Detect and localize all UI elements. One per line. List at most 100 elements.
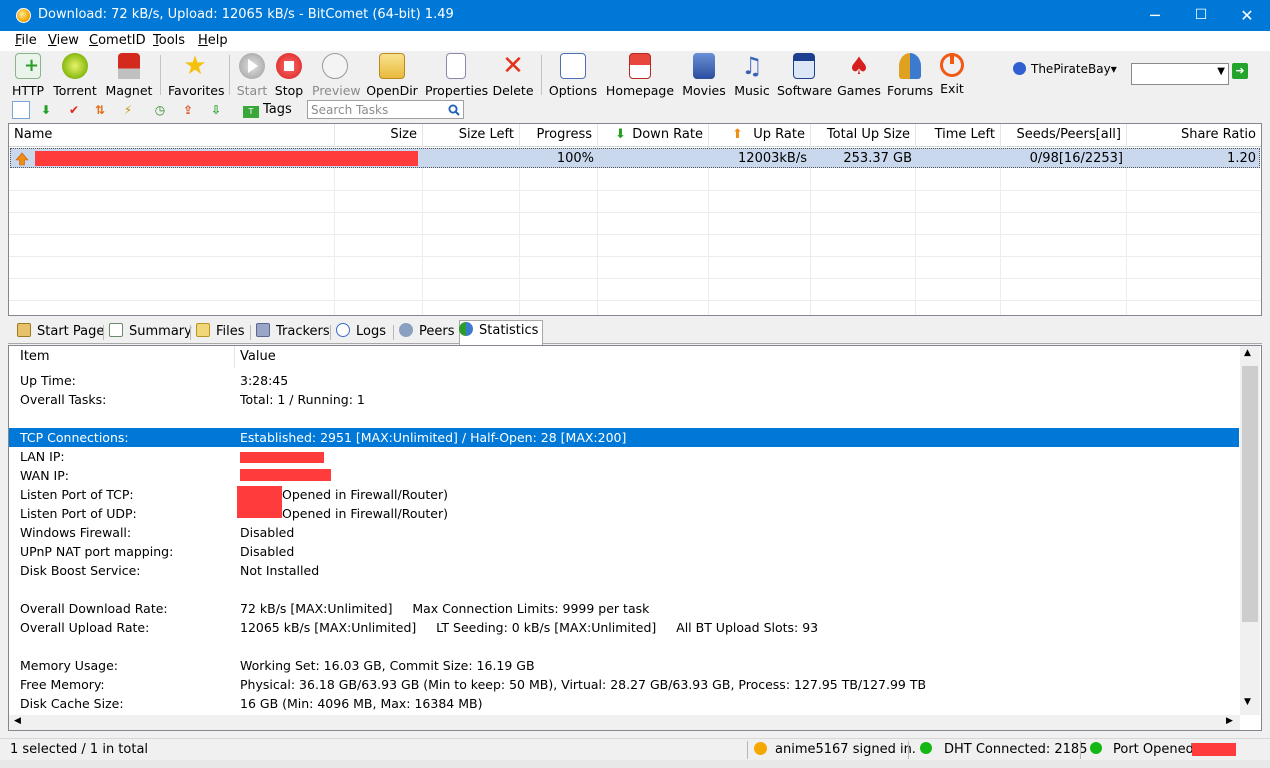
stat-row[interactable]: Memory Usage: Working Set: 16.03 GB, Comm… — [9, 656, 1239, 675]
go-arrow-button[interactable]: ➜ — [1232, 63, 1248, 79]
horizontal-scrollbar[interactable]: ◀ ▶ — [9, 715, 1240, 730]
scroll-right-icon[interactable]: ▶ — [1226, 716, 1233, 726]
tab-logs[interactable]: Logs — [333, 321, 386, 343]
games-button[interactable]: ♠ Games — [837, 51, 881, 98]
summary-icon — [109, 323, 123, 337]
stat-row[interactable]: Up Time: 3:28:45 — [9, 371, 1239, 390]
stat-row-selected[interactable]: TCP Connections: Established: 2951 [MAX:U… — [9, 428, 1239, 447]
stat-row[interactable]: Overall Upload Rate: 12065 kB/s [MAX:Unli… — [9, 618, 1239, 637]
dht-status: DHT Connected: 2185 — [920, 742, 1087, 757]
stat-row[interactable]: Disk Boost Service: Not Installed — [9, 561, 1239, 580]
stat-row[interactable]: LAN IP: — [9, 447, 1239, 466]
flash-icon[interactable]: ⚡ — [120, 102, 136, 118]
stat-row[interactable]: WAN IP: — [9, 466, 1239, 485]
tab-peers[interactable]: Peers — [396, 321, 455, 343]
music-note-icon: ♫ — [741, 52, 763, 80]
site-search-combobox[interactable]: ▼ — [1131, 63, 1229, 85]
stat-row[interactable]: Overall Tasks: Total: 1 / Running: 1 — [9, 390, 1239, 409]
grid-line — [9, 190, 1261, 191]
http-button[interactable]: + HTTP — [11, 51, 45, 98]
site-selector[interactable]: ThePirateBay▾ — [1013, 62, 1117, 76]
column-header-share-ratio[interactable]: Share Ratio — [1127, 124, 1261, 147]
scroll-thumb[interactable] — [1242, 366, 1258, 622]
stat-row[interactable]: Disk Cache Size: 16 GB (Min: 4096 MB, Max… — [9, 694, 1239, 713]
grid-line — [9, 212, 1261, 213]
column-header-item[interactable]: Item — [20, 349, 50, 364]
vertical-scrollbar[interactable]: ▲ ▼ — [1240, 346, 1260, 715]
stat-row[interactable]: Free Memory: Physical: 36.18 GB/63.93 GB … — [9, 675, 1239, 694]
column-header-time-left[interactable]: Time Left — [916, 124, 1001, 147]
column-header-progress[interactable]: Progress — [520, 124, 598, 147]
menu-cometid[interactable]: CometID — [89, 33, 146, 48]
column-header-value[interactable]: Value — [240, 349, 276, 364]
tab-summary[interactable]: Summary — [106, 321, 192, 343]
favorites-button[interactable]: ★ Favorites — [168, 51, 224, 98]
tab-files[interactable]: Files — [193, 321, 245, 343]
column-header-size-left[interactable]: Size Left — [423, 124, 520, 147]
new-task-icon[interactable] — [12, 101, 30, 119]
close-button[interactable]: ✕ — [1224, 0, 1270, 31]
movies-button[interactable]: Movies — [681, 51, 727, 98]
stat-row[interactable]: Windows Firewall: Disabled — [9, 523, 1239, 542]
delete-button[interactable]: ✕ Delete — [492, 51, 534, 98]
magnet-button[interactable]: Magnet — [105, 51, 153, 98]
dht-ok-icon — [920, 742, 932, 754]
stat-row[interactable]: Listen Port of TCP: Opened in Firewall/Ro… — [9, 485, 1239, 504]
grid-line — [9, 278, 1261, 279]
user-status[interactable]: anime5167 signed in. — [754, 742, 916, 757]
tab-statistics[interactable]: Statistics — [456, 320, 538, 342]
music-button[interactable]: ♫ Music — [733, 51, 771, 98]
move-up-icon[interactable]: ⇪ — [180, 102, 196, 118]
grid-line — [9, 256, 1261, 257]
exit-button[interactable]: Exit — [939, 51, 965, 97]
forums-button[interactable]: Forums — [887, 51, 933, 98]
grid-line — [9, 300, 1261, 301]
preview-button[interactable]: Preview — [312, 51, 361, 98]
grid-line — [597, 147, 598, 315]
maximize-button[interactable]: ☐ — [1178, 0, 1224, 31]
scroll-left-icon[interactable]: ◀ — [14, 716, 21, 726]
bitcomet-window: Download: 72 kB/s, Upload: 12065 kB/s - … — [0, 0, 1270, 768]
opendir-button[interactable]: OpenDir — [366, 51, 418, 98]
column-header-up-rate[interactable]: ⬆ Up Rate — [709, 124, 811, 147]
column-header-name[interactable]: Name — [9, 124, 335, 147]
search-icon[interactable] — [448, 104, 460, 116]
clock-icon[interactable]: ◷ — [152, 102, 168, 118]
stat-row[interactable]: Overall Download Rate: 72 kB/s [MAX:Unlim… — [9, 599, 1239, 618]
scroll-up-icon[interactable]: ▲ — [1244, 348, 1251, 358]
tab-trackers[interactable]: Trackers — [253, 321, 330, 343]
grid-line — [708, 147, 709, 315]
delete-x-icon: ✕ — [502, 51, 524, 81]
homepage-button[interactable]: Homepage — [604, 51, 676, 98]
menu-tools[interactable]: Tools — [153, 33, 185, 48]
options-button[interactable]: Options — [548, 51, 598, 98]
star-icon: ★ — [183, 51, 207, 81]
scroll-down-icon[interactable]: ▼ — [1244, 697, 1251, 707]
checkmark-icon[interactable]: ✔ — [66, 102, 82, 118]
start-button[interactable]: Start — [236, 51, 268, 98]
column-header-size[interactable]: Size — [335, 124, 423, 147]
search-tasks-input[interactable] — [307, 100, 464, 119]
menu-help[interactable]: Help — [198, 33, 228, 48]
column-header-total-up[interactable]: Total Up Size — [811, 124, 916, 147]
stop-button[interactable]: Stop — [273, 51, 305, 98]
stat-row[interactable]: Listen Port of UDP: Opened in Firewall/Ro… — [9, 504, 1239, 523]
software-button[interactable]: Software — [777, 51, 832, 98]
stat-row[interactable]: UPnP NAT port mapping: Disabled — [9, 542, 1239, 561]
updown-arrows-icon[interactable]: ⇅ — [92, 102, 108, 118]
tab-start-page[interactable]: Start Page — [14, 321, 104, 343]
tags-button[interactable]: T Tags — [243, 102, 292, 118]
column-header-seeds-peers[interactable]: Seeds/Peers[all] — [1001, 124, 1127, 147]
properties-button[interactable]: Properties — [425, 51, 488, 98]
tab-separator — [190, 325, 191, 340]
menu-view[interactable]: View — [48, 33, 79, 48]
trackers-icon — [256, 323, 270, 337]
minimize-button[interactable]: ─ — [1132, 0, 1178, 31]
column-header-down-rate[interactable]: ⬇ Down Rate — [598, 124, 709, 147]
menu-file[interactable]: File — [15, 33, 37, 48]
statistics-panel: Item Value Up Time: 3:28:45 Overall Tasks… — [8, 345, 1262, 731]
download-arrow-icon[interactable]: ⬇ — [38, 102, 54, 118]
move-down-icon[interactable]: ⇩ — [208, 102, 224, 118]
torrent-button[interactable]: Torrent — [53, 51, 97, 98]
task-row[interactable]: 100% 12003kB/s 253.37 GB 0/98[16/2253] 1… — [10, 148, 1260, 168]
